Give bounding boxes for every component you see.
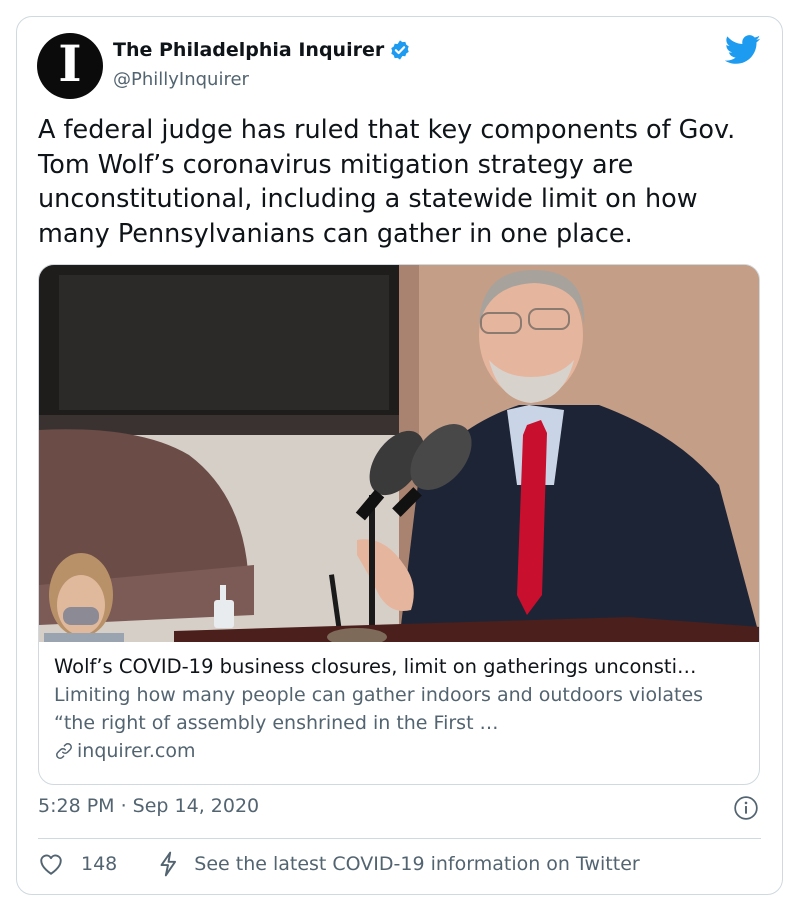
like-count[interactable]: 148: [81, 853, 117, 875]
link-icon: [56, 743, 72, 759]
link-card-domain: inquirer.com: [77, 740, 196, 762]
article-image: [39, 265, 759, 642]
author-name-row: The Philadelphia Inquirer: [113, 39, 411, 61]
lightning-icon[interactable]: [157, 851, 179, 877]
avatar[interactable]: I: [37, 33, 103, 99]
verified-badge-icon: [391, 40, 409, 60]
tweet-text: A federal judge has ruled that key compo…: [38, 115, 736, 249]
link-card-domain-row: inquirer.com: [54, 737, 747, 765]
avatar-logo: I: [58, 34, 82, 93]
tweet-card: I The Philadelphia Inquirer @PhillyInqui…: [16, 16, 783, 895]
link-card-title: Wolf’s COVID-19 business closures, limit…: [54, 655, 697, 678]
twitter-bird-icon[interactable]: [725, 35, 761, 65]
tweet-action-row: 148 See the latest COVID-19 information …: [38, 851, 640, 877]
heart-icon[interactable]: [38, 852, 64, 876]
covid-info-link[interactable]: See the latest COVID-19 information on T…: [194, 853, 639, 875]
info-icon[interactable]: [733, 795, 759, 821]
link-preview-card[interactable]: Wolf’s COVID-19 business closures, limit…: [38, 264, 760, 785]
author-display-name[interactable]: The Philadelphia Inquirer: [113, 39, 384, 61]
link-card-description: Limiting how many people can gather indo…: [54, 684, 704, 734]
divider: [38, 838, 761, 839]
tweet-timestamp[interactable]: 5:28 PM · Sep 14, 2020: [38, 795, 259, 817]
author-handle[interactable]: @PhillyInquirer: [113, 69, 249, 90]
link-card-meta: Wolf’s COVID-19 business closures, limit…: [54, 653, 747, 765]
